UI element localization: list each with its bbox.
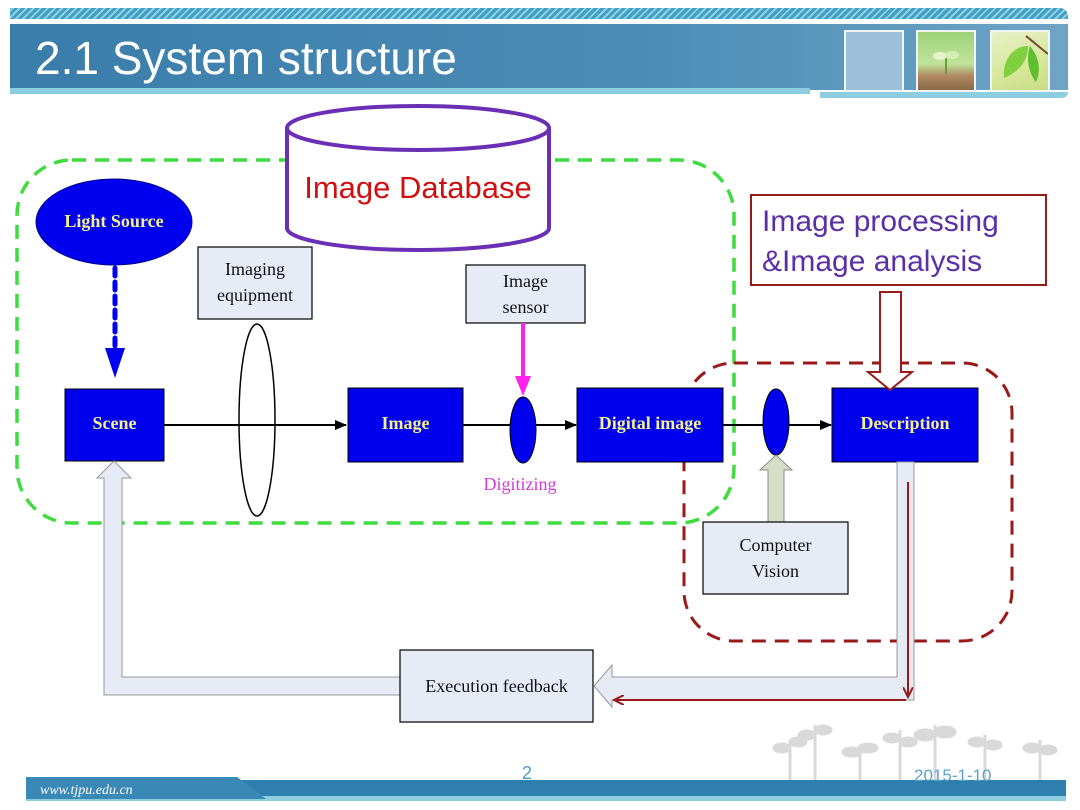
page-number: 2: [522, 763, 533, 783]
digitizing-label: Digitizing: [483, 474, 557, 494]
description-label: Description: [860, 413, 950, 433]
slide-date: 2015-1-10: [914, 766, 992, 785]
computer-vision-ellipse: [762, 388, 790, 456]
digitizing-ellipse: [509, 396, 537, 464]
footer-url: www.tjpu.edu.cn: [40, 783, 133, 798]
computer-vision-arrow: [758, 454, 794, 523]
scene-label: Scene: [92, 413, 137, 433]
processing-label-line2: &Image analysis: [762, 245, 983, 278]
light-arrow-head: [105, 348, 125, 378]
imaging-equipment-label-2: equipment: [217, 285, 293, 305]
computer-vision-label-2: Vision: [752, 561, 799, 581]
sensor-arrow-head: [515, 376, 531, 396]
processing-arrow: [865, 291, 915, 392]
imaging-equipment-label-1: Imaging: [225, 259, 285, 279]
lens-shape: [238, 323, 276, 517]
image-sensor-label-2: sensor: [502, 297, 549, 317]
computer-vision-label-1: Computer: [739, 535, 812, 555]
image-database-label: Image Database: [304, 170, 532, 205]
light-source-label: Light Source: [64, 211, 164, 231]
image-sensor-label-1: Image: [503, 271, 548, 291]
digital-image-label: Digital image: [598, 413, 702, 433]
execution-feedback-label: Execution feedback: [425, 676, 568, 696]
processing-label-line1: Image processing: [762, 205, 999, 238]
image-label: Image: [381, 413, 430, 433]
